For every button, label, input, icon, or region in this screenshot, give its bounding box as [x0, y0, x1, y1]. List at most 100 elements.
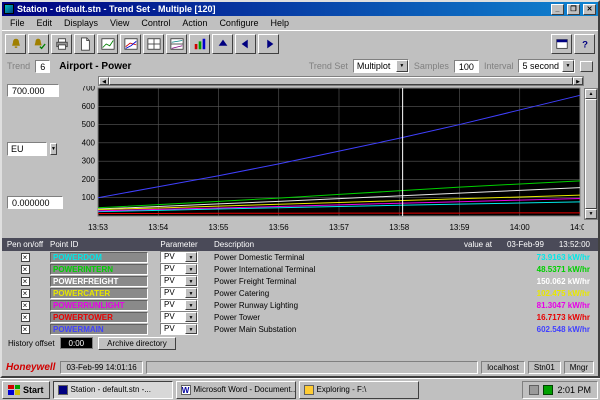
samples-field[interactable]: 100: [454, 60, 479, 73]
word-task-icon: [181, 385, 191, 395]
chevron-down-icon[interactable]: ▼: [396, 60, 408, 72]
scroll-down-icon[interactable]: ▼: [585, 209, 597, 219]
trend-table-body: ×POWERDOMPV▼Power Domestic Terminal73.91…: [2, 251, 598, 335]
menu-control[interactable]: Control: [135, 18, 176, 28]
chevron-down-icon[interactable]: ▼: [185, 252, 197, 262]
parameter-select[interactable]: PV▼: [160, 299, 198, 311]
scroll-right-icon[interactable]: ▶: [573, 77, 583, 85]
alarm-page-button[interactable]: [5, 34, 26, 54]
interval-select[interactable]: 5 second ▼: [518, 59, 575, 73]
trend-view-4-button[interactable]: [143, 34, 164, 54]
trend-chart[interactable]: 10020030040050060070013:5313:5413:5513:5…: [68, 86, 584, 238]
tray-status-icon[interactable]: [543, 385, 553, 395]
point-id-field[interactable]: POWERDOM: [50, 252, 148, 263]
pen-toggle-checkbox[interactable]: ×: [21, 313, 30, 322]
axis-min-field[interactable]: 0.000000: [7, 196, 63, 209]
x-tick-label: 13:53: [88, 223, 109, 232]
parameter-value: PV: [161, 264, 185, 274]
parameter-value: PV: [161, 300, 185, 310]
pen-toggle-checkbox[interactable]: ×: [21, 289, 30, 298]
report-button[interactable]: [74, 34, 95, 54]
trend-view-8-button[interactable]: [166, 34, 187, 54]
trend-set-select[interactable]: Multiplot ▼: [353, 59, 409, 73]
parameter-select[interactable]: PV▼: [160, 287, 198, 299]
close-button[interactable]: ✕: [583, 4, 596, 15]
chevron-down-icon[interactable]: ▼: [185, 324, 197, 334]
chevron-down-icon[interactable]: ▼: [185, 264, 197, 274]
history-offset-label: History offset: [8, 339, 55, 348]
scroll-left-icon[interactable]: ◀: [99, 77, 109, 85]
print-button[interactable]: [51, 34, 72, 54]
y-tick-label: 100: [82, 193, 96, 202]
scroll-up-icon[interactable]: ▲: [585, 89, 597, 99]
pen-toggle-checkbox[interactable]: ×: [21, 277, 30, 286]
chart-vscrollbar[interactable]: ▲ ▼: [584, 88, 598, 220]
volume-icon[interactable]: [529, 385, 539, 395]
chevron-down-icon[interactable]: ▼: [185, 312, 197, 322]
pen-toggle-checkbox[interactable]: ×: [21, 265, 30, 274]
trend-title: Airport - Power: [59, 61, 131, 72]
station-task-icon: [58, 385, 68, 395]
window-titlebar[interactable]: Station - default.stn - Trend Set - Mult…: [2, 2, 598, 16]
table-row: ×POWERINTERNPV▼Power International Termi…: [2, 263, 598, 275]
parameter-select[interactable]: PV▼: [160, 263, 198, 275]
parameter-select[interactable]: PV▼: [160, 323, 198, 335]
page-back-button[interactable]: [235, 34, 256, 54]
point-id-field[interactable]: POWERMAIN: [50, 324, 148, 335]
parameter-select[interactable]: PV▼: [160, 251, 198, 263]
taskbar-task[interactable]: Exploring - F:\: [299, 381, 419, 399]
table-row: ×POWERCATERPV▼Power Catering102.475 kW/h…: [2, 287, 598, 299]
hscroll-thumb[interactable]: [109, 77, 573, 85]
chart-region: 700.000 EU ▼ 0.000000 ◀ ▶ 10020030040050…: [2, 76, 598, 238]
trend-view-2-button[interactable]: [120, 34, 141, 54]
chevron-down-icon[interactable]: ▼: [50, 143, 57, 155]
point-id-field[interactable]: POWERCATER: [50, 288, 148, 299]
maximize-button[interactable]: ❐: [567, 4, 580, 15]
pen-toggle-checkbox[interactable]: ×: [21, 325, 30, 334]
page-forward-button[interactable]: [258, 34, 279, 54]
taskbar-task[interactable]: Station - default.stn -...: [53, 381, 173, 399]
alarm-ack-button[interactable]: [28, 34, 49, 54]
task-label: Station - default.stn -...: [71, 385, 151, 394]
menu-help[interactable]: Help: [264, 18, 295, 28]
point-id-field[interactable]: POWERINTERN: [50, 264, 148, 275]
header-description: Description: [210, 240, 456, 249]
menu-configure[interactable]: Configure: [213, 18, 264, 28]
trend-header-button[interactable]: [580, 61, 593, 72]
history-offset-field[interactable]: 0:00: [60, 337, 94, 349]
vscroll-thumb[interactable]: [585, 99, 597, 209]
menu-action[interactable]: Action: [176, 18, 213, 28]
eu-select[interactable]: EU ▼: [7, 142, 47, 156]
minimize-button[interactable]: _: [551, 4, 564, 15]
start-button[interactable]: Start: [2, 381, 50, 399]
chevron-down-icon[interactable]: ▼: [185, 276, 197, 286]
parameter-select[interactable]: PV▼: [160, 311, 198, 323]
trend-number-field[interactable]: 6: [35, 60, 50, 73]
scroll-up-button[interactable]: [212, 34, 233, 54]
taskbar-task[interactable]: Microsoft Word - Document...: [176, 381, 296, 399]
axis-max-field[interactable]: 700.000: [7, 84, 59, 97]
menu-file[interactable]: File: [4, 18, 31, 28]
detail-display-button[interactable]: [551, 34, 572, 54]
point-id-field[interactable]: POWERRUNLIGHT: [50, 300, 148, 311]
chart-grid-icon: [147, 37, 161, 51]
archive-directory-button[interactable]: Archive directory: [98, 337, 176, 350]
chevron-down-icon[interactable]: ▼: [185, 300, 197, 310]
chevron-down-icon[interactable]: ▼: [185, 288, 197, 298]
menu-view[interactable]: View: [104, 18, 135, 28]
pen-toggle-checkbox[interactable]: ×: [21, 253, 30, 262]
task-label: Microsoft Word - Document...: [194, 385, 296, 394]
chevron-down-icon[interactable]: ▼: [562, 60, 574, 72]
menu-displays[interactable]: Displays: [58, 18, 104, 28]
x-tick-label: 13:54: [148, 223, 169, 232]
pen-toggle-checkbox[interactable]: ×: [21, 301, 30, 310]
chart-hscrollbar[interactable]: ◀ ▶: [98, 76, 584, 86]
help-button[interactable]: ?: [574, 34, 595, 54]
trend-view-1-button[interactable]: [97, 34, 118, 54]
point-id-field[interactable]: POWERTOWER: [50, 312, 148, 323]
x-tick-label: 13:56: [269, 223, 290, 232]
point-id-field[interactable]: POWERFREIGHT: [50, 276, 148, 287]
parameter-select[interactable]: PV▼: [160, 275, 198, 287]
bar-view-button[interactable]: [189, 34, 210, 54]
menu-edit[interactable]: Edit: [31, 18, 59, 28]
